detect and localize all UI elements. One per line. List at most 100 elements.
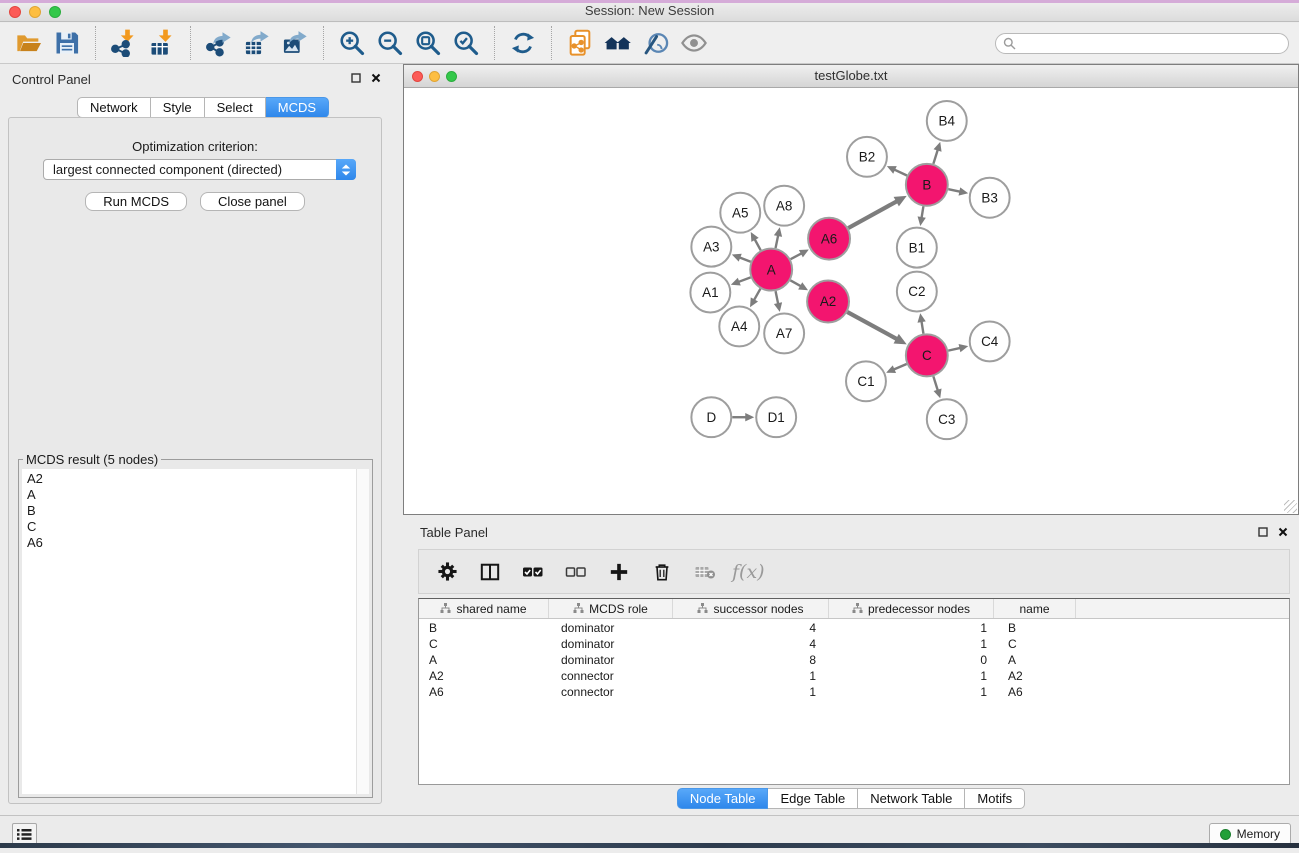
graph-edge[interactable] [776, 234, 779, 248]
zoom-selected-button[interactable] [450, 27, 482, 59]
unselect-all-columns-button[interactable] [564, 560, 588, 584]
save-floppy-icon [53, 29, 81, 57]
criterion-dropdown[interactable]: largest connected component (directed) [43, 159, 356, 180]
mcds-result-item[interactable]: A2 [22, 471, 369, 487]
task-history-button[interactable] [12, 823, 37, 845]
network-zoom-button[interactable] [446, 71, 457, 82]
graph-node-label: B4 [939, 114, 956, 129]
graph-node-label: B1 [909, 240, 925, 255]
table-row[interactable]: Adominator80A [419, 653, 1289, 669]
graph-edge[interactable] [754, 238, 761, 250]
zoom-in-button[interactable] [336, 27, 368, 59]
mcds-result-item[interactable]: B [22, 503, 369, 519]
save-session-button[interactable] [51, 27, 83, 59]
table-row[interactable]: Cdominator41C [419, 637, 1289, 653]
network-graph[interactable]: B4B2BB3A8A5A6A3B1AC2A1A2A4A7C4CC1DD1C3 [404, 89, 1298, 514]
graph-edge[interactable] [948, 348, 961, 351]
tab-style[interactable]: Style [151, 97, 205, 118]
close-panel-icon[interactable] [1278, 527, 1288, 537]
select-all-columns-button[interactable] [521, 560, 545, 584]
graph-edge[interactable] [791, 253, 803, 259]
zoom-fit-button[interactable] [412, 27, 444, 59]
export-network-button[interactable] [203, 27, 235, 59]
run-mcds-button[interactable]: Run MCDS [85, 192, 187, 211]
refresh-layout-button[interactable] [507, 27, 539, 59]
float-panel-icon[interactable] [351, 73, 361, 83]
toolbar-separator [190, 26, 191, 60]
add-column-button[interactable] [607, 560, 631, 584]
import-network-icon [110, 29, 138, 57]
column-header-mcds-role[interactable]: MCDS role [549, 599, 673, 618]
table-cell: A [419, 653, 549, 669]
tab-network-table[interactable]: Network Table [858, 788, 965, 809]
optimization-criterion-label: Optimization criterion: [9, 139, 381, 154]
clone-network-button[interactable] [564, 27, 596, 59]
network-canvas[interactable]: B4B2BB3A8A5A6A3B1AC2A1A2A4A7C4CC1DD1C3 [404, 89, 1298, 514]
delete-table-button[interactable] [693, 560, 717, 584]
mcds-result-item[interactable]: A [22, 487, 369, 503]
tab-select[interactable]: Select [205, 97, 266, 118]
toggle-visibility-button[interactable] [678, 27, 710, 59]
close-panel-button[interactable]: Close panel [200, 192, 305, 211]
delete-column-button[interactable] [650, 560, 674, 584]
column-layout-button[interactable] [478, 560, 502, 584]
table-row[interactable]: Bdominator41B [419, 621, 1289, 637]
open-session-button[interactable] [13, 27, 45, 59]
export-image-button[interactable] [279, 27, 311, 59]
graph-edge[interactable] [848, 201, 898, 228]
import-table-button[interactable] [146, 27, 178, 59]
network-minimize-button[interactable] [429, 71, 440, 82]
column-header-name[interactable]: name [994, 599, 1076, 618]
graph-edge[interactable] [790, 280, 802, 287]
tab-network[interactable]: Network [77, 97, 151, 118]
zoom-out-button[interactable] [374, 27, 406, 59]
graph-edge[interactable] [847, 312, 898, 340]
network-window-titlebar[interactable]: testGlobe.txt [404, 65, 1298, 88]
graph-edge[interactable] [921, 320, 923, 334]
graph-edge[interactable] [753, 289, 760, 301]
column-header-predecessor-nodes[interactable]: predecessor nodes [829, 599, 994, 618]
tab-mcds[interactable]: MCDS [266, 97, 329, 118]
import-network-button[interactable] [108, 27, 140, 59]
table-row[interactable]: A2connector11A2 [419, 669, 1289, 685]
graph-edge[interactable] [737, 277, 750, 282]
close-panel-icon[interactable] [371, 73, 381, 83]
column-header-successor-nodes[interactable]: successor nodes [673, 599, 829, 618]
edge-arrowhead-icon [774, 227, 782, 237]
show-all-networks-button[interactable] [602, 27, 634, 59]
float-panel-icon[interactable] [1258, 527, 1268, 537]
minimize-window-button[interactable] [29, 6, 41, 18]
graph-edge[interactable] [776, 291, 779, 305]
network-close-button[interactable] [412, 71, 423, 82]
export-table-button[interactable] [241, 27, 273, 59]
table-settings-button[interactable] [435, 560, 459, 584]
memory-button[interactable]: Memory [1209, 823, 1291, 845]
graph-node-label: A6 [821, 231, 837, 246]
global-search-field[interactable] [995, 33, 1289, 54]
zoom-window-button[interactable] [49, 6, 61, 18]
search-input[interactable] [1020, 36, 1288, 50]
table-cell: C [419, 637, 549, 653]
graph-node-label: C3 [938, 412, 955, 427]
close-window-button[interactable] [9, 6, 21, 18]
result-list-scrollbar[interactable] [356, 469, 369, 794]
tab-node-table[interactable]: Node Table [677, 788, 769, 809]
tab-edge-table[interactable]: Edge Table [768, 788, 858, 809]
column-header-shared-name[interactable]: shared name [419, 599, 549, 618]
graph-edge[interactable] [933, 149, 938, 164]
graph-node-label: A4 [731, 319, 748, 334]
window-resize-grip[interactable] [1284, 500, 1297, 513]
mcds-result-item[interactable]: C [22, 519, 369, 535]
graph-edge[interactable] [933, 376, 938, 391]
table-row[interactable]: A6connector11A6 [419, 685, 1289, 701]
function-builder-button[interactable]: f(x) [736, 560, 765, 584]
graph-edge[interactable] [893, 169, 907, 175]
zoom-in-icon [338, 29, 366, 57]
tab-motifs[interactable]: Motifs [965, 788, 1025, 809]
mcds-result-item[interactable]: A6 [22, 535, 369, 551]
graph-node-label: A8 [776, 198, 792, 213]
desktop-background-sliver [0, 843, 1299, 848]
mcds-result-list[interactable]: A2ABCA6 [22, 469, 369, 794]
graph-edge[interactable] [893, 364, 907, 370]
toggle-styles-button[interactable] [640, 27, 672, 59]
